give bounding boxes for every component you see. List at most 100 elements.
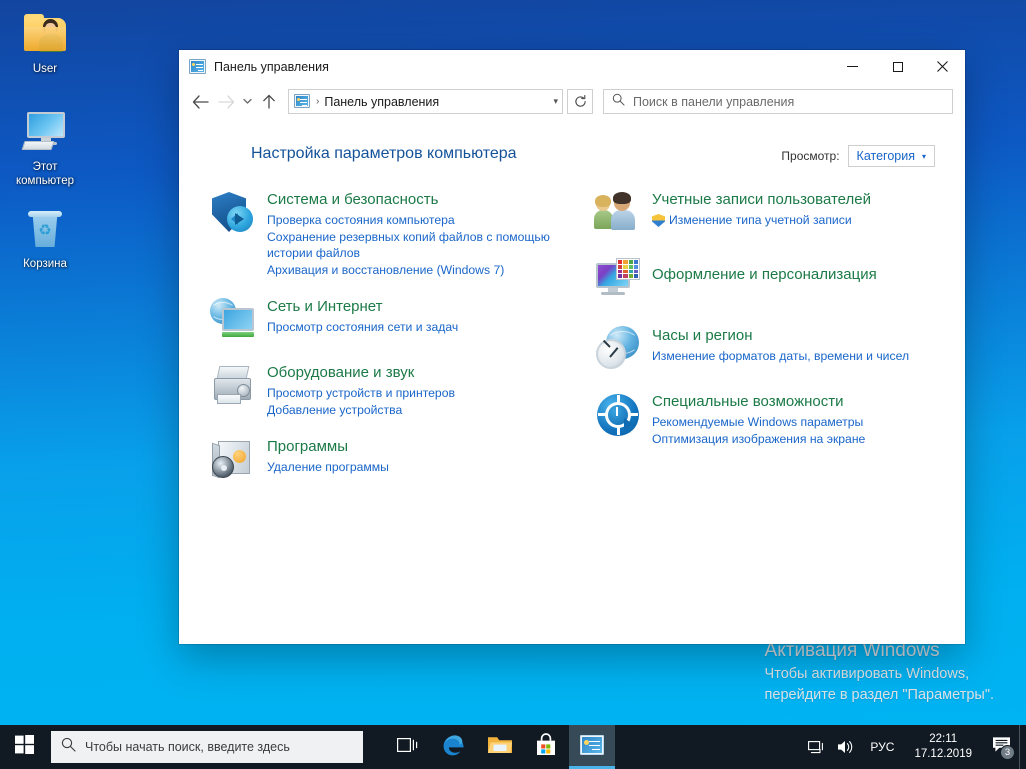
category-link[interactable]: Архивация и восстановление (Windows 7) <box>267 262 572 279</box>
back-arrow-icon[interactable] <box>187 89 213 115</box>
category-links: Проверка состояния компьютера Сохранение… <box>267 212 572 278</box>
microsoft-store-button[interactable] <box>523 725 569 769</box>
user-folder-icon <box>21 10 69 58</box>
refresh-button[interactable] <box>567 89 593 114</box>
view-by-dropdown[interactable]: Категория ▾ <box>847 145 935 167</box>
category-link[interactable]: Просмотр устройств и принтеров <box>267 385 455 402</box>
desktop-icon-recycle-bin[interactable]: ♻ Корзина <box>6 205 84 271</box>
category-hardware-sound[interactable]: Оборудование и звук Просмотр устройств и… <box>209 362 572 418</box>
edge-icon <box>441 732 467 763</box>
user-accounts-icon <box>594 189 642 237</box>
volume-icon[interactable] <box>831 725 861 769</box>
category-links: Просмотр состояния сети и задач <box>267 319 458 336</box>
category-link[interactable]: Изменение форматов даты, времени и чисел <box>652 348 909 365</box>
category-ease-of-access[interactable]: Специальные возможности Рекомендуемые Wi… <box>594 391 935 447</box>
control-panel-taskbar-icon <box>580 734 604 760</box>
taskbar: Чтобы начать поиск, введите здесь РУС 22… <box>0 725 1026 769</box>
category-network-internet[interactable]: Сеть и Интернет Просмотр состояния сети … <box>209 296 572 344</box>
category-title[interactable]: Часы и регион <box>652 326 909 346</box>
category-link[interactable]: Добавление устройства <box>267 402 455 419</box>
clock[interactable]: 22:11 17.12.2019 <box>903 725 983 769</box>
watermark-line2: перейдите в раздел "Параметры". <box>764 687 994 703</box>
microsoft-store-icon <box>534 732 558 762</box>
window-titlebar[interactable]: Панель управления <box>179 50 965 83</box>
address-bar[interactable]: › Панель управления ▾ <box>288 89 563 114</box>
search-placeholder: Поиск в панели управления <box>633 94 795 109</box>
address-chevron-down-icon[interactable]: ▾ <box>553 96 558 107</box>
category-links: Удаление программы <box>267 459 389 476</box>
control-panel-window: Панель управления › Панель управления ▾ … <box>179 50 965 644</box>
language-indicator[interactable]: РУС <box>861 725 903 769</box>
recycle-bin-icon: ♻ <box>21 205 69 253</box>
search-icon <box>612 93 625 111</box>
category-link[interactable]: Рекомендуемые Windows параметры <box>652 414 865 431</box>
color-grid-icon <box>616 258 640 280</box>
watermark-line1: Чтобы активировать Windows, <box>764 666 970 682</box>
category-system-security[interactable]: Система и безопасность Проверка состояни… <box>209 189 572 278</box>
category-title[interactable]: Учетные записи пользователей <box>652 190 871 210</box>
category-clock-region[interactable]: Часы и регион Изменение форматов даты, в… <box>594 325 935 373</box>
ease-of-access-icon <box>594 391 642 439</box>
category-links: Просмотр устройств и принтеров Добавлени… <box>267 385 455 418</box>
category-column-left: Система и безопасность Проверка состояни… <box>209 189 572 502</box>
notification-badge: 3 <box>1000 745 1015 760</box>
control-panel-content: Настройка параметров компьютера Просмотр… <box>179 120 965 644</box>
close-button[interactable] <box>920 50 965 83</box>
control-panel-icon <box>189 58 206 75</box>
taskbar-search-input[interactable]: Чтобы начать поиск, введите здесь <box>51 731 363 763</box>
network-internet-icon <box>209 296 257 344</box>
desktop-icon-user-folder[interactable]: User <box>6 10 84 76</box>
view-by-control: Просмотр: Категория ▾ <box>781 145 935 167</box>
start-button[interactable] <box>0 725 48 769</box>
file-explorer-icon <box>487 734 513 761</box>
breadcrumb-control-panel[interactable]: Панель управления <box>324 95 439 109</box>
desktop: User Этот компьютер ♻ Корзина Активация … <box>0 0 1026 769</box>
window-title: Панель управления <box>214 59 329 74</box>
category-links: Изменение форматов даты, времени и чисел <box>652 348 909 365</box>
file-explorer-button[interactable] <box>477 725 523 769</box>
this-pc-icon <box>21 108 69 156</box>
category-programs[interactable]: Программы Удаление программы <box>209 436 572 484</box>
search-icon <box>61 737 76 757</box>
desktop-icon-this-pc[interactable]: Этот компьютер <box>6 108 84 188</box>
category-link[interactable]: Оптимизация изображения на экране <box>652 431 865 448</box>
category-link[interactable]: Изменение типа учетной записи <box>652 212 871 229</box>
task-view-button[interactable] <box>385 725 431 769</box>
chevron-down-icon[interactable] <box>239 89 256 115</box>
view-by-label: Просмотр: <box>781 149 840 163</box>
show-desktop-button[interactable] <box>1019 725 1026 769</box>
category-link[interactable]: Удаление программы <box>267 459 389 476</box>
minimize-button[interactable] <box>830 50 875 83</box>
category-link[interactable]: Просмотр состояния сети и задач <box>267 319 458 336</box>
category-title[interactable]: Оформление и персонализация <box>652 265 877 285</box>
category-title[interactable]: Система и безопасность <box>267 190 572 210</box>
breadcrumb-separator: › <box>316 96 320 107</box>
category-user-accounts[interactable]: Учетные записи пользователей Изменение т… <box>594 189 935 237</box>
category-title[interactable]: Специальные возможности <box>652 392 865 412</box>
control-panel-taskbar-button[interactable] <box>569 725 615 769</box>
category-link[interactable]: Сохранение резервных копий файлов с помо… <box>267 229 572 262</box>
category-title[interactable]: Программы <box>267 437 389 457</box>
category-appearance-personalization[interactable]: Оформление и персонализация <box>594 255 935 303</box>
category-link[interactable]: Проверка состояния компьютера <box>267 212 572 229</box>
desktop-icon-label: User <box>32 63 58 75</box>
desktop-icon-label-line1: Этот <box>32 161 58 173</box>
clock-date: 17.12.2019 <box>914 748 972 760</box>
network-icon[interactable] <box>801 725 831 769</box>
up-arrow-icon[interactable] <box>256 89 282 115</box>
page-title: Настройка параметров компьютера <box>251 145 517 162</box>
control-panel-icon <box>294 94 310 109</box>
category-title[interactable]: Оборудование и звук <box>267 363 455 383</box>
activation-watermark: Активация Windows Чтобы активировать Win… <box>765 638 994 706</box>
forward-arrow-icon[interactable] <box>213 89 239 115</box>
edge-button[interactable] <box>431 725 477 769</box>
window-controls <box>830 50 965 83</box>
search-input[interactable]: Поиск в панели управления <box>603 89 953 114</box>
windows-logo-icon <box>14 735 34 759</box>
notifications-button[interactable]: 3 <box>983 725 1019 769</box>
system-security-icon <box>209 189 257 237</box>
category-title[interactable]: Сеть и Интернет <box>267 297 458 317</box>
view-by-value: Категория <box>856 149 915 163</box>
task-view-icon <box>397 736 419 759</box>
maximize-button[interactable] <box>875 50 920 83</box>
